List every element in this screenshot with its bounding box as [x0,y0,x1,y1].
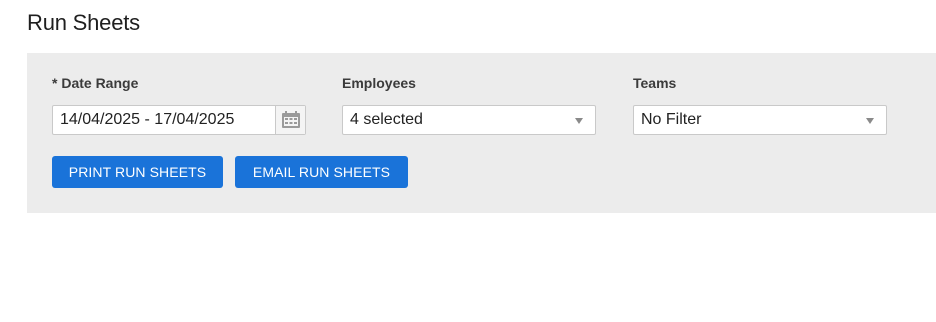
print-run-sheets-button[interactable]: PRINT RUN SHEETS [52,156,223,188]
email-run-sheets-button[interactable]: EMAIL RUN SHEETS [235,156,408,188]
calendar-button[interactable] [275,106,305,134]
teams-label: Teams [633,75,677,91]
employees-label: Employees [342,75,416,91]
employees-selected-value: 4 selected [350,111,423,128]
calendar-icon [282,111,300,128]
teams-select[interactable]: No Filter [633,105,887,135]
date-range-label: * Date Range [52,75,139,91]
chevron-down-icon [575,118,583,124]
page-title: Run Sheets [27,10,140,35]
chevron-down-icon [866,118,874,124]
employees-select[interactable]: 4 selected [342,105,596,135]
filter-panel: * Date Range 14/04/2025 - 17/04/2025 Emp… [27,53,936,213]
date-range-input[interactable]: 14/04/2025 - 17/04/2025 [52,105,306,135]
date-range-value: 14/04/2025 - 17/04/2025 [60,111,235,128]
teams-selected-value: No Filter [641,111,702,128]
